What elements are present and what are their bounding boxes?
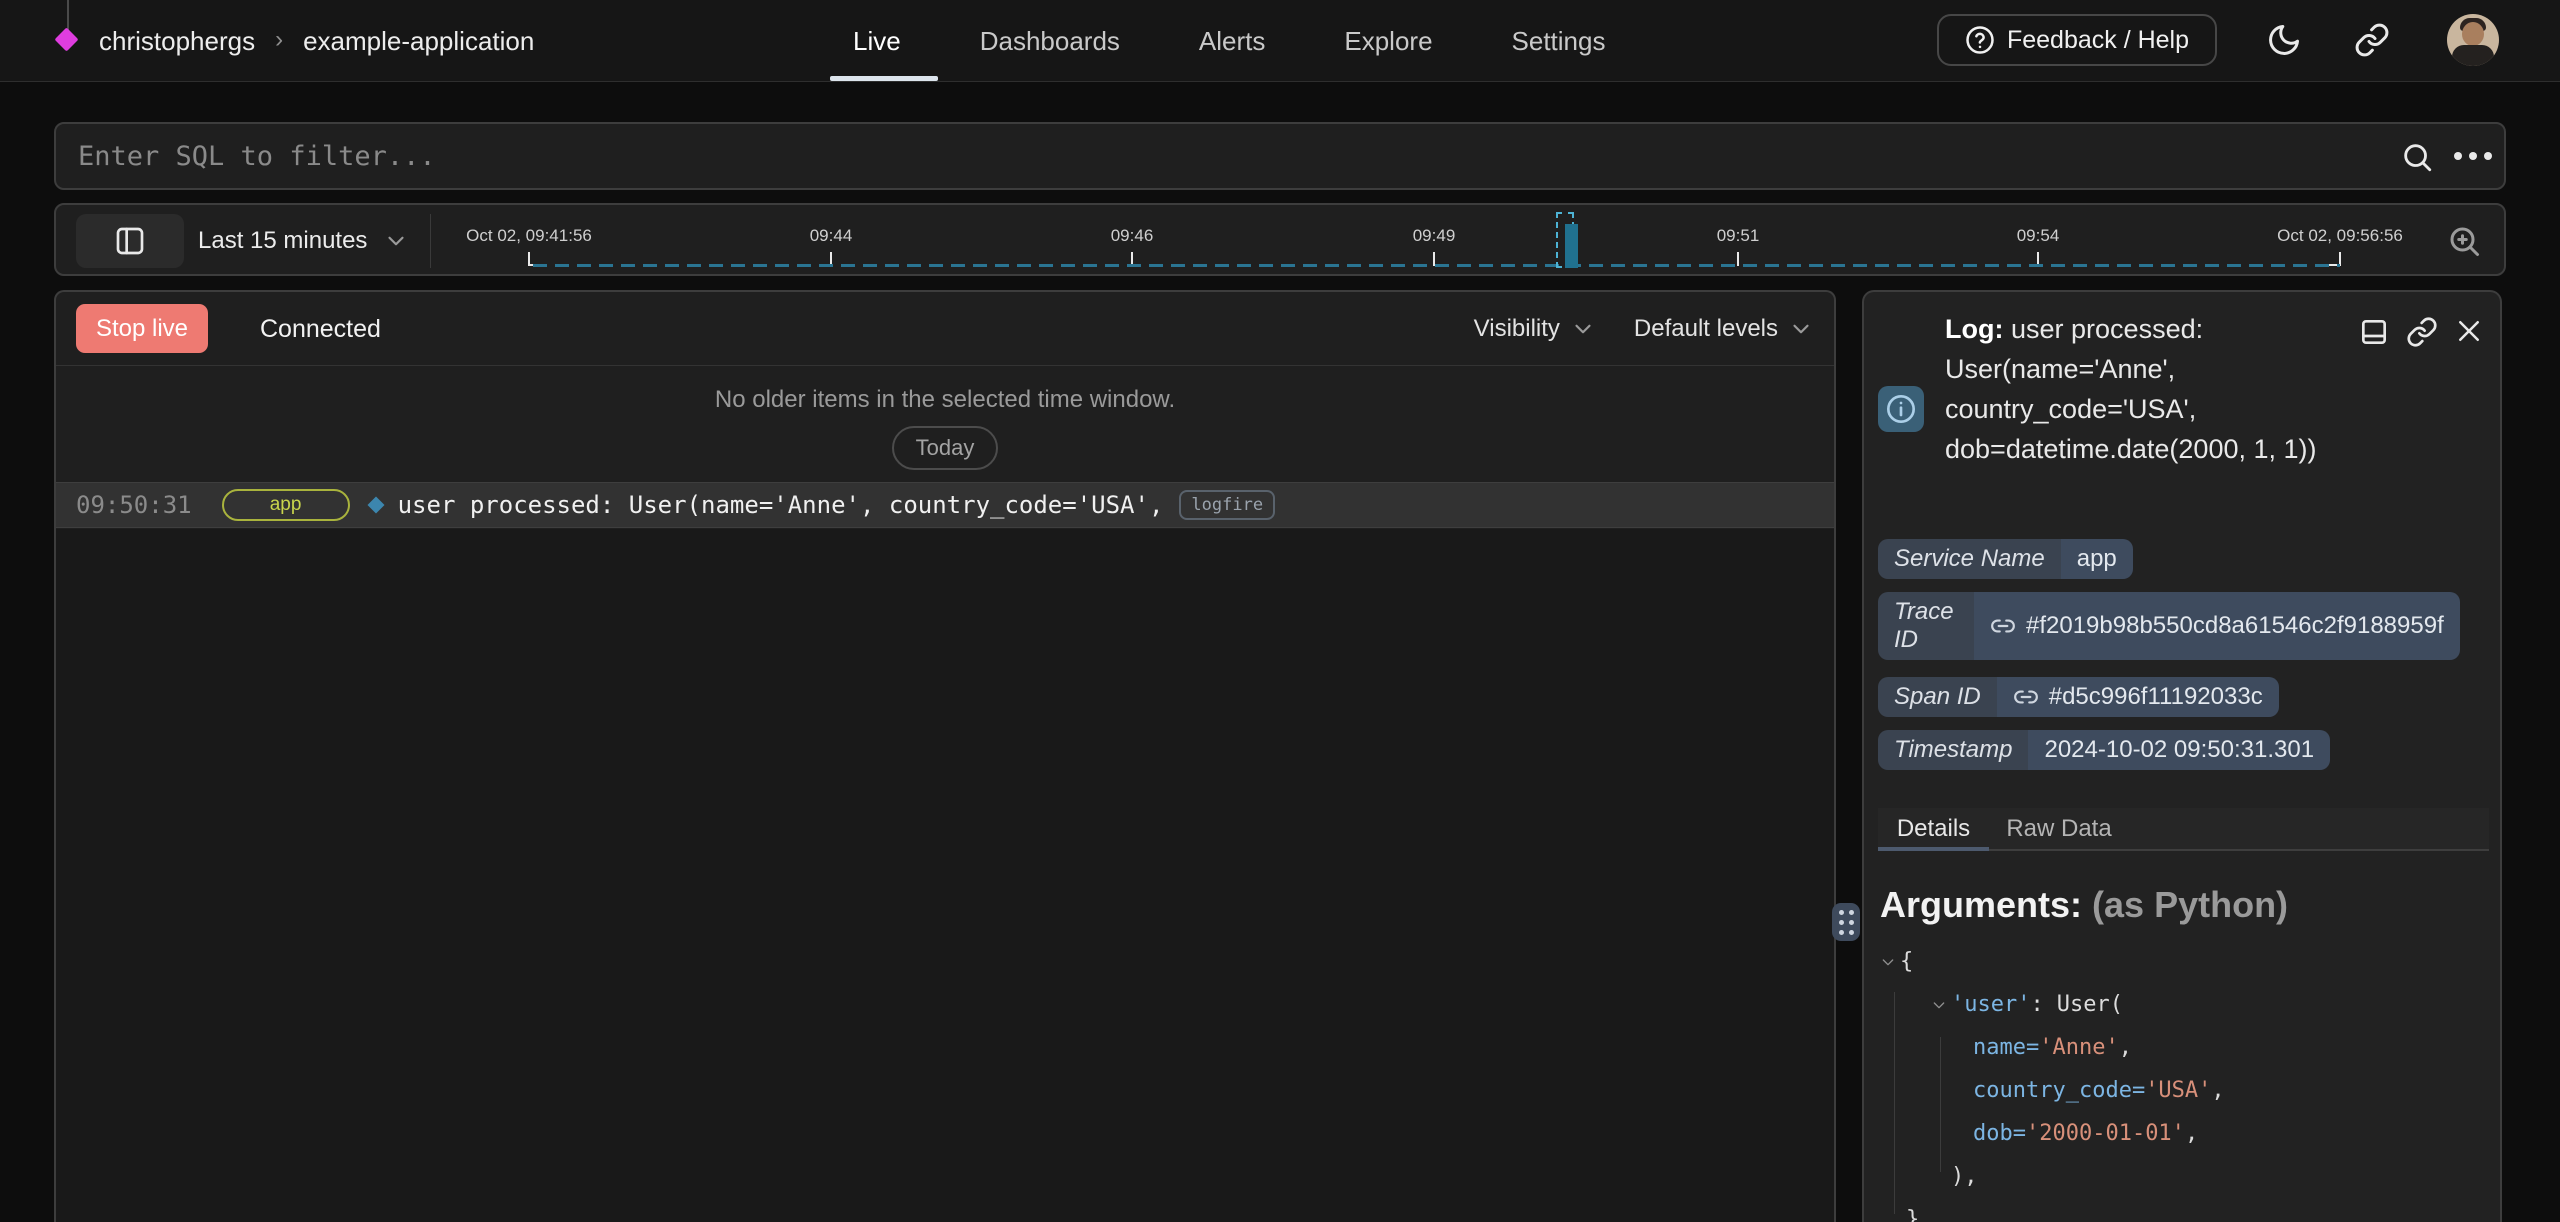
search-icon[interactable] [2400,140,2434,174]
today-button[interactable]: Today [892,426,999,470]
code-line[interactable]: 'user':User( [1880,983,2225,1026]
feedback-help-label: Feedback / Help [2007,26,2189,55]
link-icon [1990,613,2016,639]
time-range-bar: Last 15 minutes Oct 02, 09:41:56 09:44 0… [54,203,2506,276]
log-timestamp: 09:50:31 [76,491,192,519]
sql-filter-bar [54,122,2506,190]
details-tab-bar: Details Raw Data [1878,808,2489,851]
live-panel-header: Stop live Connected Visibility Default l… [56,292,1834,366]
close-icon[interactable] [2454,316,2484,348]
split-view-icon[interactable] [2358,316,2390,348]
service-name-value: app [2061,539,2133,579]
filter-more-menu-icon[interactable] [2454,152,2492,160]
span-id-value[interactable]: #d5c996f11192033c [2049,683,2263,711]
nav-tabs: Live Dashboards Alerts Explore Settings [853,0,1605,82]
info-level-icon [1878,386,1924,432]
divider [430,214,431,268]
top-nav: christophergs › example-application Live… [0,0,2560,82]
log-list-empty-area [56,529,1834,1222]
user-avatar[interactable] [2447,14,2499,66]
logfire-scope-tag[interactable]: logfire [1179,490,1275,520]
timeline-zoom-in-icon[interactable] [2446,223,2482,259]
question-circle-icon [1965,25,1995,55]
tab-raw-data[interactable]: Raw Data [1989,808,2129,849]
feedback-help-button[interactable]: Feedback / Help [1937,14,2217,66]
tab-live[interactable]: Live [853,26,901,57]
chevron-down-icon [1570,316,1596,342]
log-row[interactable]: 09:50:31 app user processed: User(name='… [56,482,1834,528]
breadcrumb: christophergs › example-application [99,0,534,82]
tab-explore[interactable]: Explore [1344,26,1432,57]
tab-alerts[interactable]: Alerts [1199,26,1265,57]
service-badge[interactable]: app [222,489,350,521]
log-details-panel: Log: user processed: User(name='Anne', c… [1862,290,2502,1222]
arguments-code-block: { 'user':User( name='Anne', country_code… [1880,940,2225,1222]
code-line[interactable]: { [1880,940,2225,983]
log-detail-title: Log: user processed: User(name='Anne', c… [1945,309,2317,469]
service-name-chip: Service Name app [1878,539,2133,579]
span-id-chip[interactable]: Span ID #d5c996f11192033c [1878,677,2279,717]
empty-state-message: No older items in the selected time wind… [56,386,1834,414]
time-range-label: Last 15 minutes [198,227,367,255]
logfire-logo-icon[interactable] [54,27,78,51]
chevron-down-icon [1788,316,1814,342]
panel-resize-handle[interactable] [1832,903,1860,941]
default-levels-dropdown[interactable]: Default levels [1634,315,1814,343]
timestamp-label: Timestamp [1878,730,2028,770]
avatar-body [2452,45,2494,66]
arguments-heading: Arguments: (as Python) [1880,884,2288,926]
log-message: user processed: User(name='Anne', countr… [398,491,1164,519]
timeline-histogram-spike[interactable] [1565,224,1578,268]
active-tab-indicator [830,76,938,81]
trace-id-label: Trace ID [1878,592,1974,660]
chevron-right-icon: › [275,26,283,54]
log-level-diamond-icon [367,497,384,514]
sidebar-toggle-button[interactable] [76,214,184,268]
connection-status: Connected [260,292,381,366]
share-link-icon[interactable] [2354,22,2390,58]
span-id-label: Span ID [1878,677,1997,717]
copy-link-icon[interactable] [2406,316,2438,348]
service-name-label: Service Name [1878,539,2061,579]
stop-live-button[interactable]: Stop live [76,304,208,353]
tab-dashboards[interactable]: Dashboards [980,26,1120,57]
breadcrumb-project[interactable]: example-application [303,26,534,57]
time-range-select[interactable]: Last 15 minutes [198,205,409,277]
panel-left-icon [114,225,146,257]
code-line: name='Anne', [1880,1026,2225,1069]
empty-state: No older items in the selected time wind… [56,366,1834,482]
tab-settings[interactable]: Settings [1512,26,1606,57]
tab-details[interactable]: Details [1878,808,1989,849]
trace-id-chip[interactable]: Trace ID #f2019b98b550cd8a61546c2f918895… [1878,592,2460,660]
dark-mode-toggle[interactable] [2266,22,2302,58]
trace-id-value[interactable]: #f2019b98b550cd8a61546c2f9188959f [2026,612,2444,640]
breadcrumb-org[interactable]: christophergs [99,26,255,57]
live-logs-panel: Stop live Connected Visibility Default l… [54,290,1836,1222]
sql-filter-input[interactable] [78,124,2378,188]
avatar-face [2462,22,2484,46]
code-line: ), [1880,1155,2225,1198]
code-line: dob='2000-01-01', [1880,1112,2225,1155]
chevron-down-icon [383,228,409,254]
link-icon [2013,684,2039,710]
collapse-chevron-icon[interactable] [1880,954,1900,970]
code-line: country_code='USA', [1880,1069,2225,1112]
timestamp-value: 2024-10-02 09:50:31.301 [2028,730,2330,770]
visibility-dropdown[interactable]: Visibility [1474,315,1596,343]
timeline-histogram-baseline[interactable] [533,264,2340,267]
collapse-chevron-icon[interactable] [1931,997,1951,1013]
timestamp-chip: Timestamp 2024-10-02 09:50:31.301 [1878,730,2330,770]
code-line: } [1880,1198,2225,1222]
